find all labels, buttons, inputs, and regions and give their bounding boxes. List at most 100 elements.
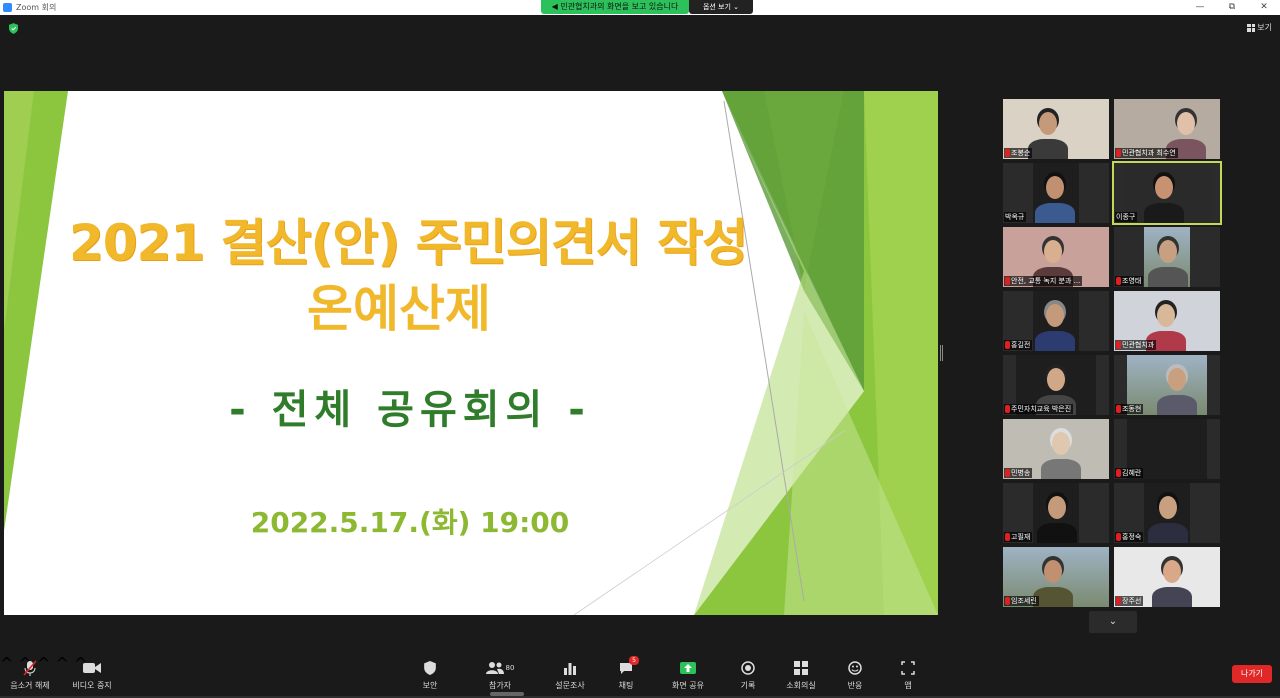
leave-meeting-button[interactable]: 나가기 xyxy=(1232,665,1272,683)
window-controls: — ⧉ ✕ xyxy=(1184,0,1280,15)
minimize-button[interactable]: — xyxy=(1184,0,1216,15)
view-label: 보기 xyxy=(1257,23,1272,32)
participant-tile[interactable]: 민관협치과 최수연 xyxy=(1114,99,1220,159)
slide-subtitle: - 전체 공유회의 - xyxy=(229,387,591,433)
microphone-muted-icon xyxy=(23,660,37,676)
participant-video xyxy=(1033,163,1079,223)
participant-tile[interactable]: 이종구 xyxy=(1112,161,1222,225)
chat-label: 채팅 xyxy=(618,681,634,690)
participant-name-label: 조영태 xyxy=(1115,276,1144,286)
participant-tile[interactable]: 임조세린 xyxy=(1003,547,1109,607)
muted-mic-icon xyxy=(1116,341,1121,349)
record-button[interactable]: 기록 xyxy=(718,660,778,691)
unmute-label: 음소거 해제 xyxy=(10,681,50,690)
breakout-rooms-button[interactable]: 소회의실 xyxy=(771,660,831,691)
security-label: 보안 xyxy=(422,681,438,690)
apps-button[interactable]: 앱 xyxy=(878,660,938,691)
breakout-rooms-label: 소회의실 xyxy=(786,681,816,690)
security-button[interactable]: 보안 xyxy=(400,660,460,691)
participant-tile[interactable]: 민병송 xyxy=(1003,419,1109,479)
participants-button[interactable]: 80 참가자 xyxy=(470,660,530,691)
participant-name-label: 민관협치과 xyxy=(1115,340,1157,350)
participant-tile[interactable]: 조봉순 xyxy=(1003,99,1109,159)
muted-mic-icon xyxy=(1116,149,1121,157)
gallery-next-page-button[interactable]: ⌄ xyxy=(1089,611,1137,633)
participant-tile[interactable]: 장주선 xyxy=(1114,547,1220,607)
participant-name: 박옥규 xyxy=(1005,213,1025,221)
participant-name-label: 주민자치교육 박은진 xyxy=(1004,404,1074,414)
share-screen-button[interactable]: 화면 공유 xyxy=(658,660,718,691)
participant-tile[interactable]: 고필재 xyxy=(1003,483,1109,543)
participant-name-label: 장주선 xyxy=(1115,596,1144,606)
participant-tile[interactable]: 주민자치교육 박은진 xyxy=(1003,355,1109,415)
share-banner-text: 민관협치과의 화면을 보고 있습니다 xyxy=(560,2,679,11)
muted-mic-icon xyxy=(1005,469,1010,477)
smiley-icon xyxy=(848,661,862,675)
unmute-button[interactable]: 음소거 해제 xyxy=(0,660,60,691)
participant-name: 주민자치교육 박은진 xyxy=(1011,405,1072,413)
record-icon xyxy=(741,661,755,675)
participants-label: 참가자 xyxy=(488,681,512,690)
muted-mic-icon xyxy=(1005,341,1010,349)
participant-name: 홍길전 xyxy=(1011,341,1031,349)
participant-name: 장주선 xyxy=(1122,597,1142,605)
participant-name: 안전, 교통 녹지 분과 ... xyxy=(1011,277,1081,285)
participant-video xyxy=(1144,227,1190,287)
view-button[interactable]: 보기 xyxy=(1247,22,1272,33)
chat-button[interactable]: 5 채팅 xyxy=(596,656,656,691)
participant-name-label: 안전, 교통 녹지 분과 ... xyxy=(1004,276,1083,286)
participant-tile[interactable]: 홍정숙 xyxy=(1114,483,1220,543)
participant-name-label: 김혜란 xyxy=(1115,468,1144,478)
participant-name-label: 홍정숙 xyxy=(1115,532,1144,542)
participant-name: 민관협치과 최수연 xyxy=(1122,149,1176,157)
share-screen-icon xyxy=(680,662,696,674)
participant-name: 민관협치과 xyxy=(1122,341,1155,349)
participant-name: 조봉순 xyxy=(1011,149,1031,157)
zoom-logo-icon xyxy=(3,3,12,12)
participant-name-label: 조동현 xyxy=(1115,404,1144,414)
slide-title-line2: 온예산제 xyxy=(307,280,491,338)
participant-name: 임조세린 xyxy=(1011,597,1037,605)
participant-tile[interactable]: 홍길전 xyxy=(1003,291,1109,351)
stop-video-label: 비디오 중지 xyxy=(72,681,112,690)
participant-tile[interactable]: 김혜란 xyxy=(1114,419,1220,479)
apps-icon xyxy=(901,661,915,675)
participant-name-label: 박옥규 xyxy=(1004,212,1027,222)
bar-chart-icon xyxy=(564,663,576,675)
stop-video-button[interactable]: 비디오 중지 xyxy=(62,660,122,691)
participant-video xyxy=(1144,483,1190,543)
participant-video xyxy=(1033,483,1079,543)
participant-tile[interactable]: 박옥규 xyxy=(1003,163,1109,223)
panel-splitter-handle[interactable] xyxy=(940,345,943,361)
muted-mic-icon xyxy=(1116,597,1121,605)
encryption-shield-icon[interactable] xyxy=(9,23,18,34)
muted-mic-icon xyxy=(1005,597,1010,605)
muted-mic-icon xyxy=(1116,469,1121,477)
muted-mic-icon xyxy=(1116,277,1121,285)
shield-icon xyxy=(424,661,436,675)
view-options-button[interactable]: 옵션 보기 ⌄ xyxy=(689,0,753,14)
polls-label: 설문조사 xyxy=(555,681,585,690)
participant-tile[interactable]: 조영태 xyxy=(1114,227,1220,287)
muted-mic-icon xyxy=(1005,277,1010,285)
participant-name-label: 이종구 xyxy=(1115,212,1138,222)
breakout-rooms-icon xyxy=(794,661,808,675)
polls-button[interactable]: 설문조사 xyxy=(540,660,600,691)
screen-share-banner: ◀ 민관협치과의 화면을 보고 있습니다 xyxy=(541,0,689,14)
meeting-toolbar: 음소거 해제 ^ 비디오 중지 ^ 보안 80 참가자 ^ 설문조사 5 채팅 … xyxy=(0,654,1280,698)
shared-screen-slide: 2021 결산(안) 주민의견서 작성 온예산제 - 전체 공유회의 - 202… xyxy=(4,91,938,615)
participant-tile[interactable]: 민관협치과 xyxy=(1114,291,1220,351)
reactions-button[interactable]: 반응 xyxy=(825,660,885,691)
participant-name: 홍정숙 xyxy=(1122,533,1142,541)
participant-name-label: 민관협치과 최수연 xyxy=(1115,148,1178,158)
participant-name: 이종구 xyxy=(1116,213,1136,221)
participant-tile[interactable]: 조동현 xyxy=(1114,355,1220,415)
grid-view-icon xyxy=(1247,23,1256,32)
participant-name: 조동현 xyxy=(1122,405,1142,413)
muted-mic-icon xyxy=(1005,533,1010,541)
chat-unread-badge: 5 xyxy=(629,656,639,665)
apps-label: 앱 xyxy=(904,681,912,690)
participant-tile[interactable]: 안전, 교통 녹지 분과 ... xyxy=(1003,227,1109,287)
restore-button[interactable]: ⧉ xyxy=(1216,0,1248,15)
close-button[interactable]: ✕ xyxy=(1248,0,1280,15)
